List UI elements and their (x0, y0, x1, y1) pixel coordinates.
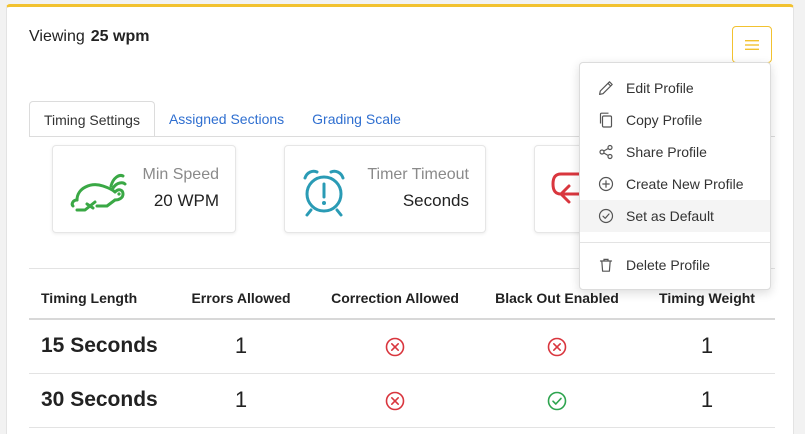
timing-weight-cell: 1 (639, 373, 775, 428)
menu-item-label: Create New Profile (626, 176, 744, 192)
timing-weight-cell: 1 (639, 319, 775, 374)
profile-menu-dropdown: Edit Profile Copy Profile Share Profile … (579, 62, 771, 290)
menu-item-delete-profile[interactable]: Delete Profile (580, 249, 770, 281)
menu-item-edit-profile[interactable]: Edit Profile (580, 72, 770, 104)
check-circle-icon (547, 391, 567, 411)
share-icon (599, 144, 613, 160)
pencil-icon (599, 81, 613, 95)
timer-timeout-label: Timer Timeout (367, 166, 469, 183)
correction-allowed-cell (315, 319, 475, 374)
timing-table: Timing Length Errors Allowed Correction … (29, 277, 775, 428)
check-circle-icon (598, 208, 614, 224)
menu-button[interactable] (732, 26, 772, 63)
min-speed-value: 20 WPM (153, 191, 219, 210)
alarm-clock-icon (303, 169, 345, 217)
correction-allowed-cell (315, 373, 475, 428)
x-circle-icon (385, 338, 405, 357)
profile-name: 25 wpm (90, 28, 150, 45)
x-circle-icon (547, 338, 567, 357)
menu-item-label: Delete Profile (626, 257, 711, 273)
black-out-enabled-cell (475, 373, 639, 428)
x-circle-icon (385, 391, 405, 411)
errors-allowed-cell: 1 (167, 319, 315, 374)
tab-assigned-sections[interactable]: Assigned Sections (155, 101, 298, 137)
header-errors-allowed: Errors Allowed (167, 277, 315, 320)
plus-circle-icon (598, 176, 614, 192)
errors-allowed-cell: 1 (167, 373, 315, 428)
timing-length-cell: 30 Seconds (29, 373, 167, 428)
copy-icon (599, 112, 613, 128)
menu-item-label: Copy Profile (626, 112, 703, 128)
menu-item-set-as-default[interactable]: Set as Default (580, 200, 770, 232)
timer-timeout-card: Timer Timeout Seconds (284, 145, 486, 233)
min-speed-label: Min Speed (142, 166, 220, 183)
viewing-header: Viewing 25 wpm (29, 28, 149, 46)
viewing-label: Viewing (29, 28, 85, 45)
tab-grading-scale[interactable]: Grading Scale (298, 101, 415, 137)
table-row: 15 Seconds 1 1 (29, 319, 775, 374)
menu-separator (580, 242, 770, 243)
header-timing-length: Timing Length (29, 277, 167, 320)
rabbit-icon (70, 174, 127, 212)
menu-item-create-new-profile[interactable]: Create New Profile (580, 168, 770, 200)
hamburger-icon (745, 39, 759, 50)
trash-icon (599, 258, 613, 272)
tab-bar: Timing Settings Assigned Sections Gradin… (29, 101, 415, 137)
header-correction-allowed: Correction Allowed (315, 277, 475, 320)
timer-timeout-value: Seconds (402, 191, 469, 210)
table-row: 30 Seconds 1 1 (29, 373, 775, 428)
timing-length-cell: 15 Seconds (29, 319, 167, 374)
tab-timing-settings[interactable]: Timing Settings (29, 101, 155, 137)
menu-item-label: Set as Default (626, 208, 714, 224)
black-out-enabled-cell (475, 319, 639, 374)
min-speed-card: Min Speed 20 WPM (52, 145, 236, 233)
menu-item-copy-profile[interactable]: Copy Profile (580, 104, 770, 136)
menu-item-label: Share Profile (626, 144, 707, 160)
menu-item-label: Edit Profile (626, 80, 694, 96)
menu-item-share-profile[interactable]: Share Profile (580, 136, 770, 168)
